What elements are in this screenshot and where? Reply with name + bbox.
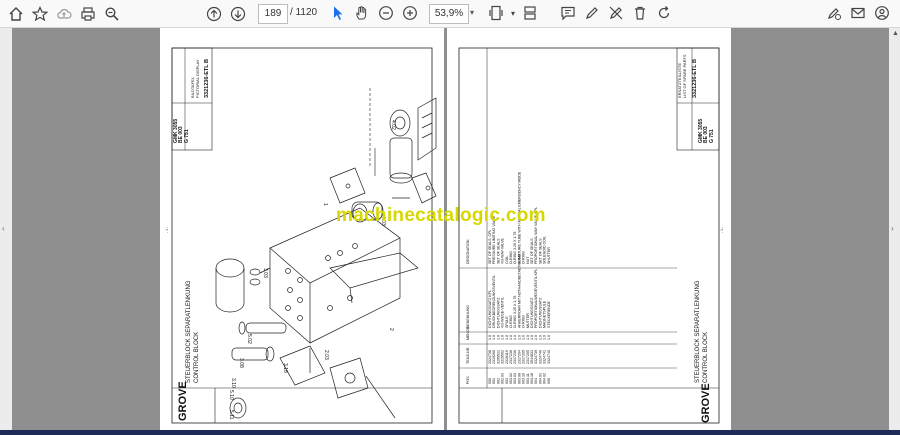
- taskbar-strip: [0, 430, 900, 435]
- column-header: DESIGNATION: [466, 239, 470, 264]
- page-number-input[interactable]: 189: [258, 4, 288, 24]
- sheet-left: G 751: [184, 129, 190, 143]
- scroll-mode-icon[interactable]: [518, 2, 542, 24]
- fill-sign-icon[interactable]: [822, 2, 846, 24]
- title-en-right: CONTROL BLOCK: [703, 332, 709, 383]
- column-header: TEILE-NR.: [466, 347, 470, 364]
- page-total-label: / 1120: [290, 7, 318, 18]
- delete-icon[interactable]: [628, 2, 652, 24]
- brand-logo-left: GROVE: [177, 381, 189, 421]
- row-quantity: 1.0: [547, 335, 551, 340]
- comment-icon[interactable]: [556, 2, 580, 24]
- home-icon[interactable]: [4, 3, 28, 25]
- hand-icon[interactable]: [350, 2, 374, 24]
- cloud-upload-icon[interactable]: [52, 3, 76, 25]
- callout-labels: 4.02 4.03 1 3.03 5.02 3.08 3.10 5.10 5.1…: [228, 120, 396, 420]
- zoom-out-icon[interactable]: [374, 2, 398, 24]
- row-designation-en: SHUTTER: [547, 247, 551, 264]
- right-tools: [822, 2, 894, 24]
- svg-text:3.18: 3.18: [282, 363, 288, 373]
- column-header: BENENNUNG: [466, 305, 470, 328]
- svg-text:3.10: 3.10: [230, 378, 236, 388]
- collapse-right-icon[interactable]: ›: [891, 224, 894, 233]
- view-tools: ▾: [484, 2, 542, 24]
- svg-text:4.02: 4.02: [390, 120, 396, 130]
- exploded-view-drawing: 4.02 4.03 1 3.03 5.02 3.08 3.10 5.10 5.1…: [165, 47, 437, 424]
- zoom-in-icon[interactable]: [398, 2, 422, 24]
- svg-text:3.08: 3.08: [238, 358, 244, 368]
- svg-text:2.03: 2.03: [323, 350, 329, 360]
- draw-icon[interactable]: [580, 2, 604, 24]
- sheet-right: G 751: [709, 129, 715, 143]
- column-header: POS: [466, 376, 470, 384]
- select-cursor-icon[interactable]: [326, 2, 350, 24]
- title-de-right: STEUERBLOCK SEPARATLENKUNG: [695, 280, 701, 383]
- parts-rows: POSTEILE-NR.MENGEBENENNUNGDESIGNATION000…: [466, 171, 551, 384]
- drawing-number-right: 3321236-ETL B: [692, 59, 698, 98]
- title-de-left: STEUERBLOCK SEPARATLENKUNG: [186, 280, 192, 383]
- subtitle-en-left: PICTORIAL DISPLAY: [195, 59, 200, 98]
- annotate-tools: [556, 2, 676, 24]
- pointer-tools: [326, 2, 422, 24]
- left-gutter: ‹: [0, 28, 12, 435]
- parts-list-table: POSTEILE-NR.MENGEBENENNUNGDESIGNATION000…: [458, 47, 724, 424]
- left-pdf-page: 4.02 4.03 1 3.03 5.02 3.08 3.10 5.10 5.1…: [160, 28, 444, 435]
- collapse-left-icon[interactable]: ‹: [2, 224, 5, 233]
- watermark-text: machinecatalogic.com: [336, 205, 546, 226]
- mail-icon[interactable]: [846, 2, 870, 24]
- row-designation-de: STECKERENDE: [547, 300, 551, 328]
- prev-page-icon[interactable]: [202, 3, 226, 25]
- fit-page-icon[interactable]: [484, 2, 508, 24]
- row-part-number: 3324740: [547, 350, 551, 364]
- brand-logo-right: GROVE: [700, 383, 712, 423]
- star-icon[interactable]: [28, 3, 52, 25]
- svg-text:5.11: 5.11: [228, 410, 234, 420]
- fit-dropdown-icon[interactable]: ▾: [508, 2, 518, 24]
- print-icon[interactable]: [76, 3, 100, 25]
- right-pdf-page: POS TEILE-NR. MENGE BENENNUNG DESIGNATION 000…: [447, 28, 731, 435]
- drawing-number-left: 3321236-ETL B: [204, 59, 210, 98]
- svg-text:3.03: 3.03: [262, 268, 268, 278]
- svg-text:2: 2: [388, 328, 394, 331]
- rotate-icon[interactable]: [652, 2, 676, 24]
- svg-text:1: 1: [322, 203, 328, 206]
- row-pos: 005: [547, 378, 551, 384]
- zoom-input[interactable]: 53,9%: [429, 4, 469, 24]
- subtitle-en-right: LIST OF SPARE PARTS: [682, 54, 687, 98]
- zoom-dropdown-icon[interactable]: ▾: [470, 4, 474, 22]
- page-marker-right: - 1 -: [720, 226, 724, 233]
- erase-icon[interactable]: [604, 2, 628, 24]
- scrollbar[interactable]: ▲ ›: [889, 28, 900, 435]
- scroll-up-icon[interactable]: ▲: [892, 30, 899, 37]
- svg-text:5.10: 5.10: [228, 390, 234, 400]
- svg-text:5.02: 5.02: [246, 334, 252, 344]
- account-icon[interactable]: [870, 2, 894, 24]
- page-marker-left: - 1 -: [165, 226, 169, 233]
- title-en-left: CONTROL BLOCK: [194, 332, 200, 383]
- search-icon[interactable]: [100, 3, 124, 25]
- next-page-icon[interactable]: [226, 3, 250, 25]
